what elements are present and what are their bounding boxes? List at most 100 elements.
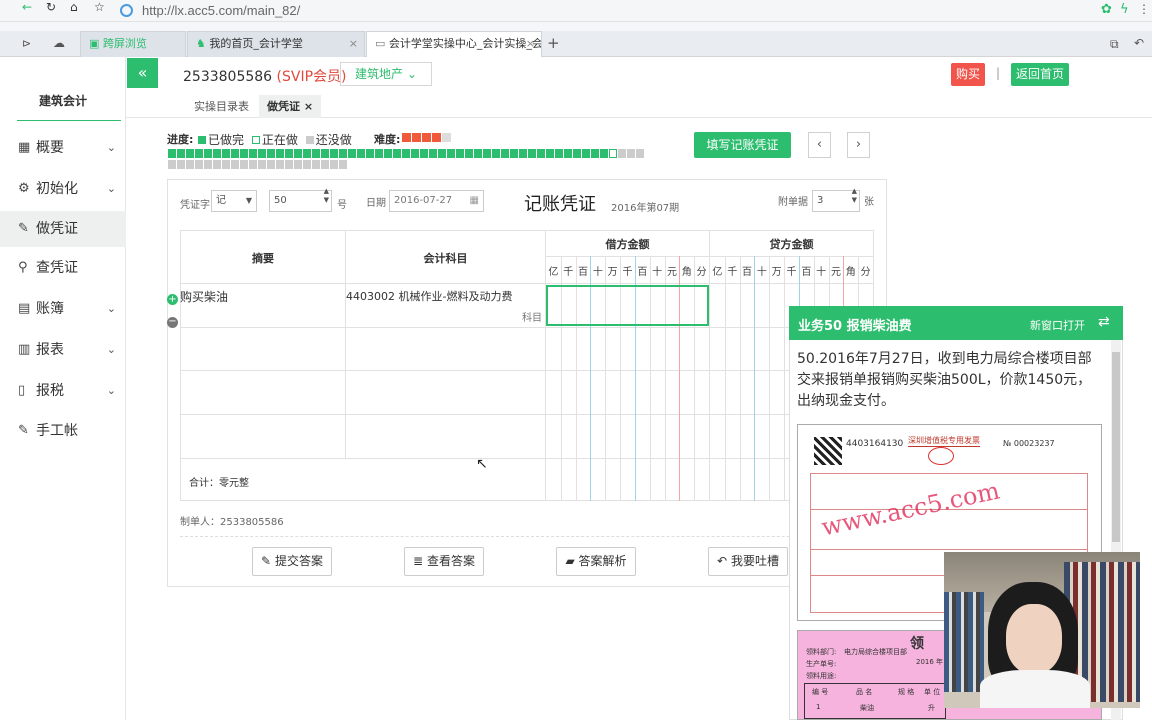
progress-cell[interactable] bbox=[231, 160, 239, 169]
progress-cell[interactable] bbox=[222, 160, 230, 169]
browser-tab-1[interactable]: ♞ 我的首页_会计学堂 × bbox=[187, 31, 365, 57]
progress-cell[interactable] bbox=[258, 160, 266, 169]
progress-cell[interactable] bbox=[546, 149, 554, 158]
progress-cell[interactable] bbox=[177, 149, 185, 158]
account-hint[interactable]: 科目 bbox=[522, 309, 542, 324]
new-tab-button[interactable]: + bbox=[547, 34, 560, 52]
progress-cell[interactable] bbox=[591, 149, 599, 158]
progress-cell[interactable] bbox=[528, 149, 536, 158]
voucher-number-stepper[interactable]: 50 ▲ ▼ bbox=[269, 187, 332, 212]
undo-icon[interactable]: ↶ bbox=[1134, 36, 1144, 50]
back-icon[interactable]: ← bbox=[22, 0, 32, 14]
extension-icon[interactable]: ✿ bbox=[1101, 2, 1112, 17]
sidebar-item-manual[interactable]: ✎ 手工帐 bbox=[0, 413, 126, 449]
add-row-icon[interactable]: + bbox=[167, 294, 178, 305]
stepper-arrows-icon[interactable]: ▲ ▼ bbox=[852, 187, 857, 205]
progress-cell[interactable] bbox=[312, 160, 320, 169]
progress-cell[interactable] bbox=[348, 149, 356, 158]
address-bar[interactable]: http://lx.acc5.com/main_82/ bbox=[142, 1, 842, 21]
sidebar-item-report[interactable]: ▥ 报表 ⌄ bbox=[0, 332, 126, 368]
progress-cell[interactable] bbox=[627, 149, 635, 158]
progress-cell[interactable] bbox=[168, 160, 176, 169]
open-new-window-link[interactable]: 新窗口打开 bbox=[1030, 317, 1085, 333]
browser-tab-0[interactable]: ▣ 跨屏浏览 bbox=[80, 31, 186, 57]
view-answer-button[interactable]: ≣ 查看答案 bbox=[404, 547, 484, 576]
row-summary[interactable]: 购买柴油 bbox=[180, 288, 228, 305]
progress-cell[interactable] bbox=[321, 149, 329, 158]
collapse-sidebar-button[interactable]: « bbox=[127, 58, 158, 88]
progress-cell[interactable] bbox=[393, 149, 401, 158]
progress-cell[interactable] bbox=[636, 149, 644, 158]
progress-cell[interactable] bbox=[609, 149, 617, 158]
progress-cell[interactable] bbox=[240, 149, 248, 158]
sidebar-item-ledger[interactable]: ▤ 账簿 ⌄ bbox=[0, 291, 126, 327]
progress-cell[interactable] bbox=[276, 149, 284, 158]
progress-cell[interactable] bbox=[258, 149, 266, 158]
progress-cell[interactable] bbox=[492, 149, 500, 158]
progress-cell[interactable] bbox=[231, 149, 239, 158]
progress-cell[interactable] bbox=[204, 160, 212, 169]
swap-icon[interactable]: ⇄ bbox=[1098, 314, 1110, 330]
window-icon[interactable]: ⧉ bbox=[1110, 37, 1119, 52]
progress-cell[interactable] bbox=[285, 160, 293, 169]
prev-button[interactable]: ‹ bbox=[808, 132, 831, 158]
attach-stepper[interactable]: 3 ▲ ▼ bbox=[812, 187, 860, 212]
submit-answer-button[interactable]: ✎ 提交答案 bbox=[252, 547, 332, 576]
progress-cell[interactable] bbox=[501, 149, 509, 158]
scrollbar-thumb[interactable] bbox=[1112, 352, 1120, 542]
progress-cell[interactable] bbox=[312, 149, 320, 158]
progress-cell[interactable] bbox=[276, 160, 284, 169]
menu-icon[interactable]: ⋮ bbox=[1138, 2, 1150, 16]
progress-cell[interactable] bbox=[420, 149, 428, 158]
close-icon[interactable]: × bbox=[526, 32, 535, 56]
progress-cell[interactable] bbox=[240, 160, 248, 169]
next-button[interactable]: › bbox=[847, 132, 870, 158]
progress-cell[interactable] bbox=[321, 160, 329, 169]
browser-tab-2[interactable]: ▭ 会计学堂实操中心_会计实操_会 × bbox=[366, 31, 542, 57]
progress-cell[interactable] bbox=[186, 149, 194, 158]
tab-make-voucher[interactable]: 做凭证 × bbox=[259, 95, 322, 118]
progress-cell[interactable] bbox=[483, 149, 491, 158]
progress-cell[interactable] bbox=[177, 160, 185, 169]
progress-cell[interactable] bbox=[519, 149, 527, 158]
progress-cell[interactable] bbox=[582, 149, 590, 158]
answer-analysis-button[interactable]: ▰ 答案解析 bbox=[556, 547, 636, 576]
progress-cell[interactable] bbox=[537, 149, 545, 158]
date-input[interactable]: 2016-07-27 ▦ bbox=[389, 190, 484, 212]
progress-cell[interactable] bbox=[573, 149, 581, 158]
feedback-button[interactable]: ↶ 我要吐槽 bbox=[708, 547, 788, 576]
progress-cell[interactable] bbox=[339, 149, 347, 158]
buy-button[interactable]: 购买 bbox=[951, 63, 985, 86]
progress-cell[interactable] bbox=[195, 160, 203, 169]
progress-cell[interactable] bbox=[456, 149, 464, 158]
progress-cell[interactable] bbox=[474, 149, 482, 158]
progress-cell[interactable] bbox=[366, 149, 374, 158]
sidebar-toggle-icon[interactable]: ⊳ bbox=[22, 37, 31, 50]
sidebar-item-overview[interactable]: ▦ 概要 ⌄ bbox=[0, 130, 126, 166]
progress-cell[interactable] bbox=[249, 160, 257, 169]
progress-cell[interactable] bbox=[564, 149, 572, 158]
sidebar-item-make-voucher[interactable]: ✎ 做凭证 bbox=[0, 211, 126, 247]
progress-cell[interactable] bbox=[429, 149, 437, 158]
progress-cell[interactable] bbox=[402, 149, 410, 158]
progress-cell[interactable] bbox=[267, 160, 275, 169]
progress-cell[interactable] bbox=[213, 160, 221, 169]
progress-cell[interactable] bbox=[213, 149, 221, 158]
close-icon[interactable]: × bbox=[349, 32, 358, 56]
progress-cell[interactable] bbox=[357, 149, 365, 158]
progress-cell[interactable] bbox=[375, 149, 383, 158]
progress-cell[interactable] bbox=[339, 160, 347, 169]
progress-cell[interactable] bbox=[465, 149, 473, 158]
progress-cell[interactable] bbox=[384, 149, 392, 158]
lightning-icon[interactable]: ϟ bbox=[1120, 2, 1129, 17]
progress-cell[interactable] bbox=[222, 149, 230, 158]
progress-cell[interactable] bbox=[438, 149, 446, 158]
calendar-icon[interactable]: ▦ bbox=[470, 191, 479, 211]
home-icon[interactable]: ⌂ bbox=[70, 0, 78, 14]
progress-cell[interactable] bbox=[330, 160, 338, 169]
progress-cell[interactable] bbox=[294, 160, 302, 169]
progress-cell[interactable] bbox=[195, 149, 203, 158]
progress-cell[interactable] bbox=[186, 160, 194, 169]
progress-cell[interactable] bbox=[249, 149, 257, 158]
sidebar-item-query-voucher[interactable]: ⚲ 查凭证 bbox=[0, 250, 126, 286]
